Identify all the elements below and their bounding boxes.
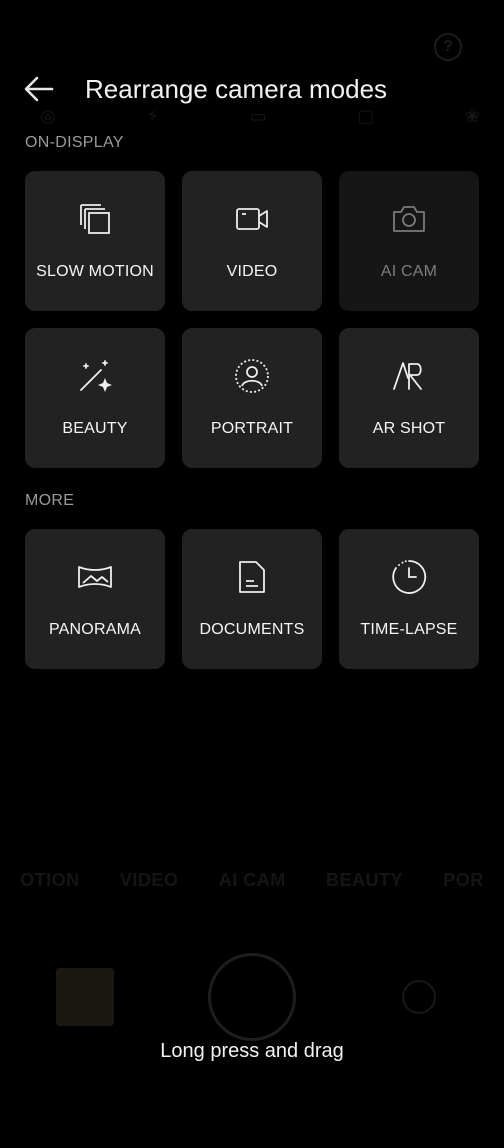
timer-icon xyxy=(392,560,427,594)
on-display-grid: SLOW MOTION VIDEO AI CAM BEAUTY PORTRAIT… xyxy=(25,171,479,468)
portrait-icon xyxy=(235,359,269,393)
mode-label: AI CAM xyxy=(380,263,438,280)
bg-mode: POR xyxy=(443,870,484,890)
magic-wand-icon xyxy=(80,360,112,392)
mode-tile-slow-motion[interactable]: SLOW MOTION xyxy=(25,171,165,311)
mode-label: TIME-LAPSE xyxy=(360,621,458,638)
mode-tile-portrait[interactable]: PORTRAIT xyxy=(182,328,322,468)
mode-tile-ai-cam[interactable]: AI CAM xyxy=(339,171,479,311)
mode-label: PANORAMA xyxy=(49,621,141,638)
background-mode-strip: OTION VIDEO AI CAM BEAUTY POR xyxy=(0,870,504,891)
help-icon: ? xyxy=(434,33,462,61)
mode-tile-beauty[interactable]: BEAUTY xyxy=(25,328,165,468)
bg-mode: VIDEO xyxy=(119,870,179,890)
bg-mode: OTION xyxy=(20,870,80,890)
mode-tile-time-lapse[interactable]: TIME-LAPSE xyxy=(339,529,479,669)
mode-label: AR SHOT xyxy=(372,420,446,437)
switch-camera-icon xyxy=(402,980,436,1014)
mode-tile-documents[interactable]: DOCUMENTS xyxy=(182,529,322,669)
back-button[interactable] xyxy=(22,74,56,104)
mode-tile-ar-shot[interactable]: AR SHOT xyxy=(339,328,479,468)
panorama-icon xyxy=(78,566,112,588)
back-arrow-icon xyxy=(24,76,54,102)
bg-mode: AI CAM xyxy=(218,870,286,890)
ar-icon xyxy=(393,362,422,390)
shutter-button xyxy=(208,953,296,1041)
more-grid: PANORAMA DOCUMENTS TIME-LAPSE xyxy=(25,529,479,669)
mode-tile-video[interactable]: VIDEO xyxy=(182,171,322,311)
bg-mode: BEAUTY xyxy=(326,870,404,890)
document-icon xyxy=(239,561,265,593)
mode-label: DOCUMENTS xyxy=(199,621,305,638)
mode-label: VIDEO xyxy=(226,263,278,280)
drag-hint: Long press and drag xyxy=(160,1040,344,1062)
camera-icon xyxy=(393,206,425,232)
section-label-more: MORE xyxy=(25,492,75,509)
slow-motion-icon xyxy=(80,204,110,234)
header: Rearrange camera modes xyxy=(0,68,504,112)
gallery-thumbnail xyxy=(56,968,114,1026)
mode-label: SLOW MOTION xyxy=(36,263,154,280)
mode-tile-panorama[interactable]: PANORAMA xyxy=(25,529,165,669)
page-title: Rearrange camera modes xyxy=(85,74,388,104)
mode-label: BEAUTY xyxy=(62,420,128,437)
video-icon xyxy=(236,208,268,230)
section-label-on-display: ON-DISPLAY xyxy=(25,134,124,151)
mode-label: PORTRAIT xyxy=(210,420,294,437)
